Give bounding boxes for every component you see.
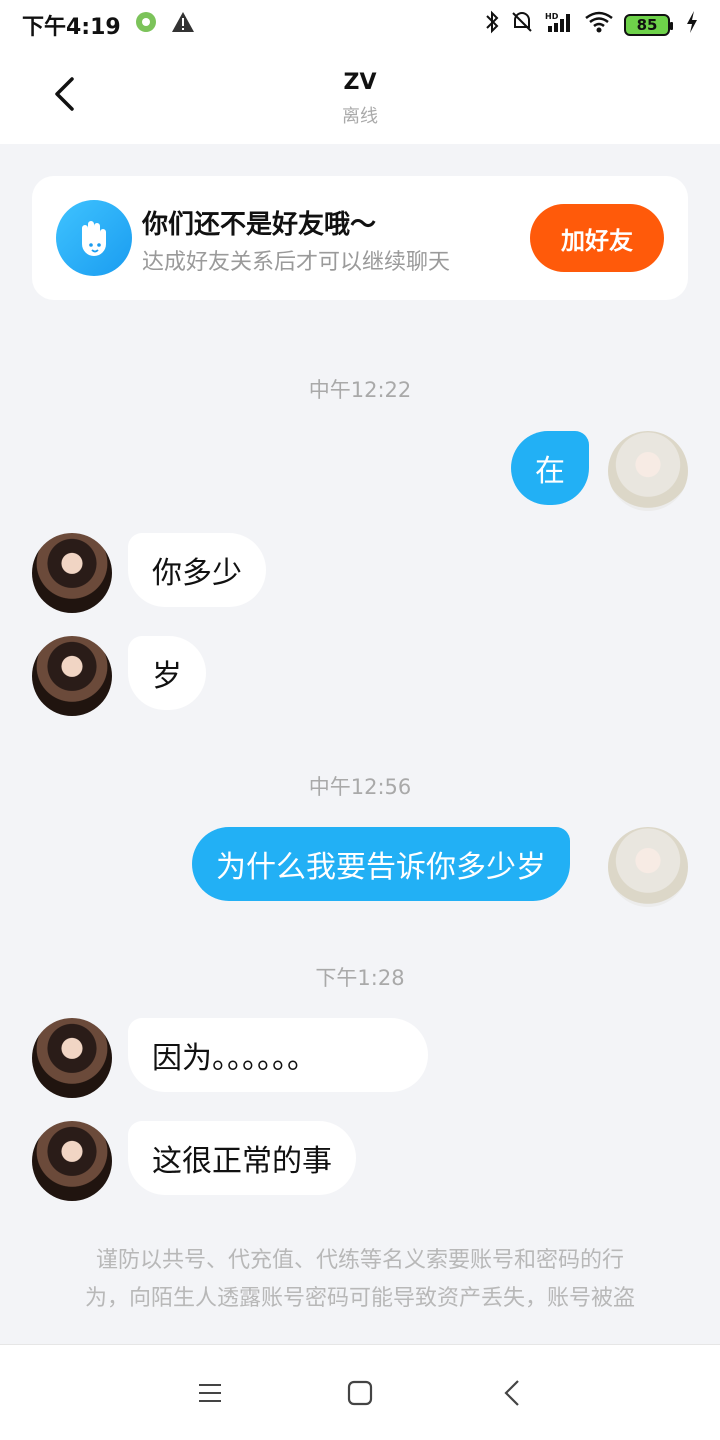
warning-icon [171, 11, 195, 39]
hd-signal-icon: HD [544, 10, 574, 40]
system-nav-bar [0, 1344, 720, 1440]
home-icon [347, 1380, 373, 1410]
message-bubble-other[interactable]: 你多少 [128, 533, 266, 607]
menu-button[interactable] [190, 1375, 230, 1415]
message-timestamp: 下午1:28 [315, 966, 405, 990]
status-bar: 下午4:19 HD 85 [0, 0, 720, 50]
chat-header: ZV 离线 [0, 50, 720, 144]
disclaimer-line: 为，向陌生人透露账号密码可能导致资产丢失，账号被盗 [84, 1286, 635, 1311]
online-status: 离线 [342, 106, 378, 127]
add-friend-button[interactable]: 加好友 [530, 204, 664, 272]
contact-avatar[interactable] [32, 533, 112, 613]
card-title: 你们还不是好友哦～ [142, 210, 377, 240]
message-timestamp: 中午12:56 [308, 775, 412, 799]
message-bubble-self[interactable]: 为什么我要告诉你多少岁 [192, 827, 570, 901]
back-nav-button[interactable] [492, 1375, 532, 1415]
self-avatar[interactable] [608, 827, 688, 907]
self-avatar[interactable] [608, 431, 688, 511]
status-time: 下午4:19 [22, 15, 121, 40]
app-settings-icon [135, 11, 157, 39]
message-bubble-other[interactable]: 因为。。。。。。 [128, 1018, 428, 1092]
message-bubble-self[interactable]: 在 [511, 431, 589, 505]
add-friend-card: 你们还不是好友哦～ 达成好友关系后才可以继续聊天 加好友 [32, 176, 688, 300]
battery-icon: 85 [624, 14, 673, 36]
hand-wave-icon [56, 200, 132, 276]
back-nav-icon [503, 1379, 521, 1411]
contact-avatar[interactable] [32, 1121, 112, 1201]
wifi-icon [584, 10, 614, 40]
message-bubble-other[interactable]: 岁 [128, 636, 206, 710]
card-subtitle: 达成好友关系后才可以继续聊天 [142, 250, 451, 275]
message-timestamp: 中午12:22 [308, 378, 412, 402]
chat-title: ZV [343, 70, 377, 95]
disclaimer-line: 谨防以共号、代充值、代练等名义索要账号和密码的行 [95, 1248, 624, 1273]
home-button[interactable] [340, 1375, 380, 1415]
charging-icon [686, 11, 698, 39]
contact-avatar[interactable] [32, 1018, 112, 1098]
security-disclaimer: 谨防以共号、代充值、代练等名义索要账号和密码的行 为，向陌生人透露账号密码可能导… [50, 1242, 670, 1318]
contact-avatar[interactable] [32, 636, 112, 716]
mute-alarm-icon [510, 10, 534, 40]
menu-icon [197, 1382, 223, 1408]
message-bubble-other[interactable]: 这很正常的事 [128, 1121, 356, 1195]
bluetooth-icon [484, 10, 500, 40]
svg-text:HD: HD [545, 12, 559, 21]
